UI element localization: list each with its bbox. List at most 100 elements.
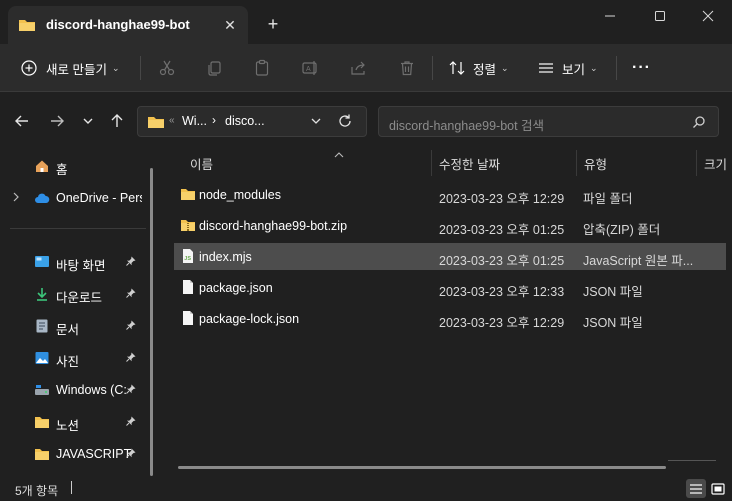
rename-button[interactable]: A	[297, 56, 323, 80]
share-button[interactable]	[345, 56, 371, 80]
new-tab-button[interactable]: +	[262, 13, 284, 35]
search-input[interactable]: discord-hanghae99-bot 검색	[378, 106, 719, 137]
refresh-icon	[339, 114, 351, 127]
details-view-button[interactable]	[686, 479, 706, 498]
sidebar-item-windows-drive[interactable]: Windows (C:	[0, 376, 148, 404]
sidebar-item-label: 사진	[56, 355, 80, 369]
chevron-down-icon: ⌄	[111, 62, 120, 73]
sidebar-item-pictures[interactable]: 사진	[0, 344, 148, 372]
sidebar-item-notion[interactable]: 노션	[0, 408, 148, 436]
table-row[interactable]: JS index.mjs 2023-03-23 오후 01:25 JavaScr…	[174, 243, 726, 270]
folder-icon	[147, 114, 165, 133]
chevron-down-icon	[311, 118, 321, 124]
cut-button[interactable]	[154, 56, 180, 80]
pin-icon[interactable]	[126, 384, 136, 397]
column-header-type[interactable]: 유형	[584, 154, 607, 176]
file-date: 2023-03-23 오후 12:29	[439, 316, 565, 330]
sidebar-item-onedrive[interactable]: OneDrive - Pers	[0, 184, 148, 212]
sidebar-item-downloads[interactable]: 다운로드	[0, 280, 148, 308]
minimize-button[interactable]	[590, 4, 630, 28]
arrow-right-icon	[51, 115, 64, 127]
folder-icon	[180, 186, 196, 202]
up-button[interactable]	[105, 110, 129, 132]
view-label: 보기	[562, 62, 586, 77]
document-icon	[34, 318, 50, 334]
sidebar-item-documents[interactable]: 문서	[0, 312, 148, 340]
pin-icon[interactable]	[126, 288, 136, 301]
recent-locations-button[interactable]	[76, 110, 100, 132]
table-row[interactable]: node_modules 2023-03-23 오후 12:29 파일 폴더	[174, 181, 726, 208]
delete-button[interactable]	[394, 56, 420, 80]
breadcrumb-windows[interactable]: Wi...	[182, 114, 207, 128]
horizontal-scrollbar-track	[668, 460, 716, 461]
rename-icon: A	[302, 61, 317, 75]
copy-button[interactable]	[201, 56, 227, 80]
file-date: 2023-03-23 오후 12:33	[439, 285, 565, 299]
folder-icon	[34, 414, 50, 430]
sort-button[interactable]: 정렬 ⌄	[448, 54, 509, 82]
svg-text:A: A	[306, 66, 311, 73]
search-icon[interactable]	[691, 114, 707, 133]
sidebar-divider	[10, 228, 146, 229]
trash-icon	[401, 61, 413, 76]
desktop-icon	[34, 254, 50, 270]
table-row[interactable]: package.json 2023-03-23 오후 12:33 JSON 파일	[174, 274, 726, 301]
pin-icon[interactable]	[126, 416, 136, 429]
new-button[interactable]: 새로 만들기 ⌄	[20, 54, 120, 82]
file-name: package.json	[199, 281, 273, 295]
column-header-name[interactable]: 이름	[190, 152, 344, 176]
table-row[interactable]: discord-hanghae99-bot.zip 2023-03-23 오후 …	[174, 212, 726, 239]
sidebar-item-javascript[interactable]: JAVASCRIPT	[0, 440, 148, 468]
file-icon	[180, 279, 196, 295]
sidebar-item-label: 다운로드	[56, 291, 103, 305]
tab-discord-hanghae99-bot[interactable]: discord-hanghae99-bot ✕	[8, 6, 248, 44]
sidebar-item-desktop[interactable]: 바탕 화면	[0, 248, 148, 276]
column-divider[interactable]	[696, 150, 697, 176]
pin-icon[interactable]	[126, 320, 136, 333]
file-type: JavaScript 원본 파...	[583, 254, 694, 268]
horizontal-scrollbar[interactable]	[178, 466, 666, 469]
back-button[interactable]	[10, 110, 34, 132]
paste-button[interactable]	[249, 56, 275, 80]
file-date: 2023-03-23 오후 01:25	[439, 223, 565, 237]
chevron-right-icon[interactable]	[12, 192, 20, 205]
address-dropdown[interactable]	[310, 115, 322, 130]
refresh-button[interactable]	[333, 110, 357, 132]
more-options-button[interactable]: ···	[632, 54, 651, 82]
toolbar-divider	[432, 56, 433, 80]
plus-circle-icon	[20, 59, 38, 77]
pin-icon[interactable]	[126, 256, 136, 269]
download-icon	[34, 286, 50, 302]
sidebar-scrollbar[interactable]	[150, 168, 153, 476]
svg-text:JS: JS	[184, 256, 191, 262]
column-divider[interactable]	[431, 150, 432, 176]
chevron-down-icon: ⌄	[501, 62, 509, 73]
close-tab-button[interactable]: ✕	[220, 15, 240, 35]
pin-icon[interactable]	[126, 352, 136, 365]
overflow-chevron[interactable]: «	[169, 115, 175, 126]
zip-folder-icon	[180, 217, 196, 233]
details-view-icon	[690, 483, 702, 494]
column-header-date[interactable]: 수정한 날짜	[439, 154, 500, 176]
file-date: 2023-03-23 오후 01:25	[439, 254, 565, 268]
address-row: « Wi... › disco... discord-hanghae99-bot…	[0, 92, 732, 150]
file-name: index.mjs	[199, 250, 252, 264]
tiles-view-icon	[711, 482, 725, 495]
view-button[interactable]: 보기 ⌄	[537, 54, 598, 82]
table-row[interactable]: package-lock.json 2023-03-23 오후 12:29 JS…	[174, 305, 726, 332]
column-header-label: 유형	[584, 158, 608, 172]
sidebar-item-home[interactable]: 홈	[0, 152, 148, 180]
large-icons-view-button[interactable]	[708, 479, 728, 498]
maximize-button[interactable]	[640, 4, 680, 28]
sort-icon	[448, 59, 466, 77]
file-name: package-lock.json	[199, 312, 300, 326]
column-divider[interactable]	[576, 150, 577, 176]
scissors-icon	[159, 60, 175, 76]
arrow-left-icon	[15, 115, 28, 127]
command-bar: 새로 만들기 ⌄ A 정렬 ⌄ 보기 ⌄ ···	[0, 44, 732, 92]
pin-icon[interactable]	[126, 448, 136, 461]
column-header-size[interactable]: 크기	[704, 154, 727, 176]
breadcrumb-current[interactable]: disco...	[225, 114, 265, 128]
forward-button[interactable]	[45, 110, 69, 132]
close-window-button[interactable]	[688, 4, 728, 28]
